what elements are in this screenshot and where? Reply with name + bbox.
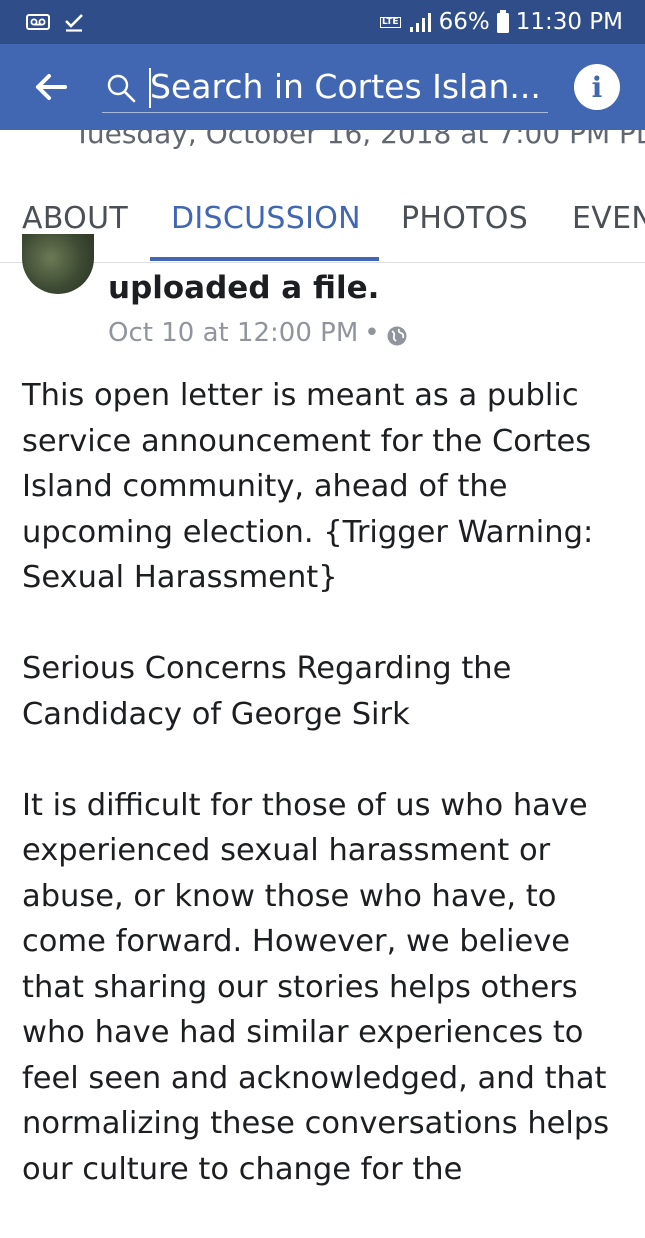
signal-icon <box>409 11 433 33</box>
post-paragraph: Serious Concerns Regarding the Candidacy… <box>22 651 512 732</box>
app-bar: Search in Cortes Islan... i <box>0 44 645 130</box>
search-field[interactable]: Search in Cortes Islan... <box>102 62 548 113</box>
battery-percent: 66% <box>438 9 490 35</box>
status-system: LTE 66% 11:30 PM <box>380 9 623 35</box>
search-input[interactable]: Search in Cortes Islan... <box>150 66 542 108</box>
check-download-icon <box>64 12 84 32</box>
tab-discussion[interactable]: DISCUSSION <box>171 176 361 262</box>
battery-icon <box>496 10 510 34</box>
info-icon[interactable]: i <box>574 64 620 110</box>
post-body: This open letter is meant as a public se… <box>22 373 632 1238</box>
event-datetime: Tuesday, October 16, 2018 at 7:00 PM PDT <box>74 130 645 150</box>
avatar[interactable] <box>22 234 94 294</box>
clock: 11:30 PM <box>515 9 623 35</box>
status-notifications <box>26 12 84 32</box>
post-paragraph: It is difficult for those of us who have… <box>22 787 610 1187</box>
tab-events[interactable]: EVEN <box>572 176 645 262</box>
post-paragraph: This open letter is meant as a public se… <box>22 378 594 595</box>
meta-separator: • <box>364 318 380 348</box>
globe-icon <box>386 322 408 346</box>
status-bar: LTE 66% 11:30 PM <box>0 0 645 44</box>
back-arrow-icon[interactable] <box>34 70 68 104</box>
tab-photos[interactable]: PHOTOS <box>401 176 528 262</box>
event-date-strip: Tuesday, October 16, 2018 at 7:00 PM PDT <box>0 130 645 177</box>
voicemail-icon <box>26 14 50 30</box>
post-action: uploaded a file. <box>108 270 380 306</box>
group-tabs: ABOUT DISCUSSION PHOTOS EVEN <box>0 176 645 263</box>
post-timestamp[interactable]: Oct 10 at 12:00 PM <box>108 316 358 350</box>
lte-icon: LTE <box>380 16 401 28</box>
post-meta: Oct 10 at 12:00 PM • <box>108 316 408 350</box>
search-icon <box>106 73 136 103</box>
active-tab-indicator <box>150 257 379 261</box>
